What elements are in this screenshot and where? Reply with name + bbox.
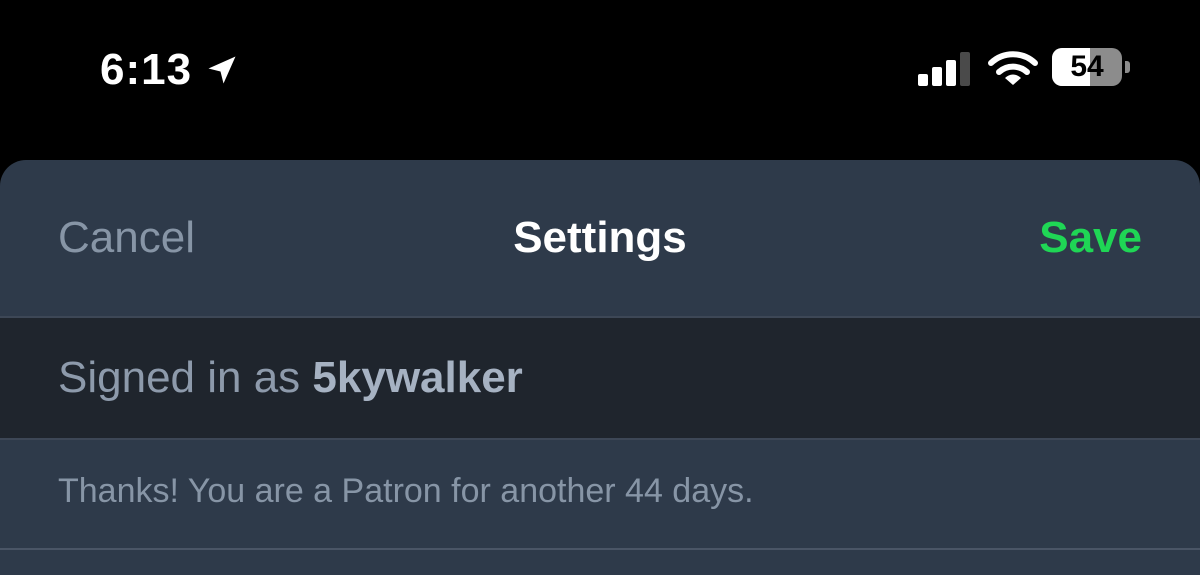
settings-sheet: Cancel Settings Save Signed in as 5kywal… xyxy=(0,160,1200,575)
battery-cap xyxy=(1125,61,1130,73)
location-arrow-icon xyxy=(208,56,236,84)
status-time: 6:13 xyxy=(100,45,193,94)
battery-icon: 54 xyxy=(1052,48,1130,90)
clock-group: 6:13 xyxy=(100,44,240,96)
signed-in-row[interactable]: Signed in as 5kywalker xyxy=(0,316,1200,440)
battery-percent: 54 xyxy=(1070,50,1104,83)
status-icons: 54 xyxy=(918,48,1130,90)
save-button[interactable]: Save xyxy=(1039,212,1142,264)
cancel-button[interactable]: Cancel xyxy=(58,212,195,264)
nav-bar: Cancel Settings Save xyxy=(0,160,1200,316)
status-bar: 6:13 54 xyxy=(0,0,1200,160)
signed-in-text: Signed in as 5kywalker xyxy=(58,352,523,404)
cellular-signal-icon xyxy=(918,52,970,86)
username: 5kywalker xyxy=(312,353,523,402)
patron-status-row: Thanks! You are a Patron for another 44 … xyxy=(0,440,1200,550)
wifi-icon xyxy=(988,51,1038,85)
signed-in-prefix: Signed in as xyxy=(58,353,313,402)
patron-status-text: Thanks! You are a Patron for another 44 … xyxy=(58,472,754,510)
